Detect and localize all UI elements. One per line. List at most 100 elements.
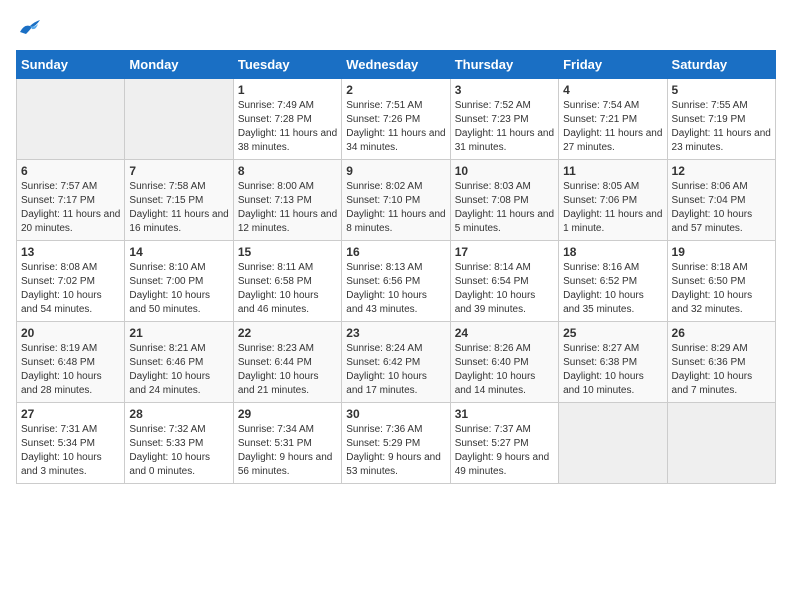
day-number: 1 [238, 83, 337, 97]
day-cell: 30 Sunrise: 7:36 AMSunset: 5:29 PMDayligh… [342, 403, 450, 484]
day-info: Sunrise: 8:18 AMSunset: 6:50 PMDaylight:… [672, 261, 771, 317]
day-info: Sunrise: 8:06 AMSunset: 7:04 PMDaylight:… [672, 180, 771, 236]
day-cell: 1 Sunrise: 7:49 AMSunset: 7:28 PMDaylight… [233, 79, 341, 160]
day-cell: 15 Sunrise: 8:11 AMSunset: 6:58 PMDayligh… [233, 241, 341, 322]
logo [16, 16, 48, 38]
day-number: 26 [672, 326, 771, 340]
day-info: Sunrise: 8:02 AMSunset: 7:10 PMDaylight:… [346, 180, 445, 236]
week-row-2: 6 Sunrise: 7:57 AMSunset: 7:17 PMDaylight… [17, 160, 776, 241]
header-row: SundayMondayTuesdayWednesdayThursdayFrid… [17, 51, 776, 79]
day-cell: 7 Sunrise: 7:58 AMSunset: 7:15 PMDaylight… [125, 160, 233, 241]
day-number: 23 [346, 326, 445, 340]
day-number: 22 [238, 326, 337, 340]
day-cell: 24 Sunrise: 8:26 AMSunset: 6:40 PMDayligh… [450, 322, 558, 403]
day-cell [17, 79, 125, 160]
day-info: Sunrise: 8:26 AMSunset: 6:40 PMDaylight:… [455, 342, 554, 398]
day-number: 30 [346, 407, 445, 421]
day-cell: 3 Sunrise: 7:52 AMSunset: 7:23 PMDaylight… [450, 79, 558, 160]
day-info: Sunrise: 7:49 AMSunset: 7:28 PMDaylight:… [238, 99, 337, 155]
logo-bird-icon [16, 16, 44, 38]
day-info: Sunrise: 7:57 AMSunset: 7:17 PMDaylight:… [21, 180, 120, 236]
day-info: Sunrise: 8:14 AMSunset: 6:54 PMDaylight:… [455, 261, 554, 317]
day-info: Sunrise: 8:21 AMSunset: 6:46 PMDaylight:… [129, 342, 228, 398]
day-number: 9 [346, 164, 445, 178]
col-header-tuesday: Tuesday [233, 51, 341, 79]
day-info: Sunrise: 7:34 AMSunset: 5:31 PMDaylight:… [238, 423, 337, 479]
week-row-5: 27 Sunrise: 7:31 AMSunset: 5:34 PMDayligh… [17, 403, 776, 484]
day-number: 27 [21, 407, 120, 421]
day-info: Sunrise: 7:36 AMSunset: 5:29 PMDaylight:… [346, 423, 445, 479]
day-number: 11 [563, 164, 662, 178]
day-info: Sunrise: 7:52 AMSunset: 7:23 PMDaylight:… [455, 99, 554, 155]
day-number: 28 [129, 407, 228, 421]
day-info: Sunrise: 7:31 AMSunset: 5:34 PMDaylight:… [21, 423, 120, 479]
day-number: 13 [21, 245, 120, 259]
day-cell: 25 Sunrise: 8:27 AMSunset: 6:38 PMDayligh… [559, 322, 667, 403]
day-info: Sunrise: 8:10 AMSunset: 7:00 PMDaylight:… [129, 261, 228, 317]
day-number: 19 [672, 245, 771, 259]
day-number: 18 [563, 245, 662, 259]
day-number: 25 [563, 326, 662, 340]
day-cell [559, 403, 667, 484]
day-cell: 19 Sunrise: 8:18 AMSunset: 6:50 PMDayligh… [667, 241, 775, 322]
day-info: Sunrise: 8:13 AMSunset: 6:56 PMDaylight:… [346, 261, 445, 317]
week-row-4: 20 Sunrise: 8:19 AMSunset: 6:48 PMDayligh… [17, 322, 776, 403]
week-row-1: 1 Sunrise: 7:49 AMSunset: 7:28 PMDaylight… [17, 79, 776, 160]
day-info: Sunrise: 8:08 AMSunset: 7:02 PMDaylight:… [21, 261, 120, 317]
day-info: Sunrise: 7:37 AMSunset: 5:27 PMDaylight:… [455, 423, 554, 479]
day-number: 16 [346, 245, 445, 259]
day-number: 7 [129, 164, 228, 178]
day-info: Sunrise: 7:58 AMSunset: 7:15 PMDaylight:… [129, 180, 228, 236]
day-cell: 29 Sunrise: 7:34 AMSunset: 5:31 PMDayligh… [233, 403, 341, 484]
day-number: 4 [563, 83, 662, 97]
day-info: Sunrise: 8:19 AMSunset: 6:48 PMDaylight:… [21, 342, 120, 398]
day-number: 20 [21, 326, 120, 340]
day-cell: 9 Sunrise: 8:02 AMSunset: 7:10 PMDaylight… [342, 160, 450, 241]
day-number: 17 [455, 245, 554, 259]
day-cell: 31 Sunrise: 7:37 AMSunset: 5:27 PMDayligh… [450, 403, 558, 484]
day-number: 24 [455, 326, 554, 340]
day-cell: 11 Sunrise: 8:05 AMSunset: 7:06 PMDayligh… [559, 160, 667, 241]
day-info: Sunrise: 8:03 AMSunset: 7:08 PMDaylight:… [455, 180, 554, 236]
day-number: 12 [672, 164, 771, 178]
day-cell: 18 Sunrise: 8:16 AMSunset: 6:52 PMDayligh… [559, 241, 667, 322]
day-info: Sunrise: 7:55 AMSunset: 7:19 PMDaylight:… [672, 99, 771, 155]
day-cell: 22 Sunrise: 8:23 AMSunset: 6:44 PMDayligh… [233, 322, 341, 403]
day-cell: 21 Sunrise: 8:21 AMSunset: 6:46 PMDayligh… [125, 322, 233, 403]
day-cell: 10 Sunrise: 8:03 AMSunset: 7:08 PMDayligh… [450, 160, 558, 241]
day-number: 21 [129, 326, 228, 340]
day-number: 3 [455, 83, 554, 97]
day-cell: 16 Sunrise: 8:13 AMSunset: 6:56 PMDayligh… [342, 241, 450, 322]
day-cell: 12 Sunrise: 8:06 AMSunset: 7:04 PMDayligh… [667, 160, 775, 241]
day-info: Sunrise: 7:32 AMSunset: 5:33 PMDaylight:… [129, 423, 228, 479]
day-cell: 4Sunrise: 7:54 AMSunset: 7:21 PMDaylight… [559, 79, 667, 160]
col-header-friday: Friday [559, 51, 667, 79]
day-cell: 14 Sunrise: 8:10 AMSunset: 7:00 PMDayligh… [125, 241, 233, 322]
day-cell: 27 Sunrise: 7:31 AMSunset: 5:34 PMDayligh… [17, 403, 125, 484]
day-info: Sunrise: 8:11 AMSunset: 6:58 PMDaylight:… [238, 261, 337, 317]
day-cell: 23 Sunrise: 8:24 AMSunset: 6:42 PMDayligh… [342, 322, 450, 403]
day-info: Sunrise: 8:00 AMSunset: 7:13 PMDaylight:… [238, 180, 337, 236]
day-info: Sunrise: 8:27 AMSunset: 6:38 PMDaylight:… [563, 342, 662, 398]
day-cell [667, 403, 775, 484]
day-cell: 26Sunrise: 8:29 AMSunset: 6:36 PMDayligh… [667, 322, 775, 403]
day-info: Sunrise: 8:23 AMSunset: 6:44 PMDaylight:… [238, 342, 337, 398]
day-number: 14 [129, 245, 228, 259]
day-number: 31 [455, 407, 554, 421]
day-number: 2 [346, 83, 445, 97]
day-number: 5 [672, 83, 771, 97]
day-number: 15 [238, 245, 337, 259]
day-number: 10 [455, 164, 554, 178]
day-cell: 20 Sunrise: 8:19 AMSunset: 6:48 PMDayligh… [17, 322, 125, 403]
day-number: 29 [238, 407, 337, 421]
col-header-thursday: Thursday [450, 51, 558, 79]
day-info: Sunrise: 8:05 AMSunset: 7:06 PMDaylight:… [563, 180, 662, 236]
day-info: Sunrise: 8:24 AMSunset: 6:42 PMDaylight:… [346, 342, 445, 398]
col-header-monday: Monday [125, 51, 233, 79]
calendar-table: SundayMondayTuesdayWednesdayThursdayFrid… [16, 50, 776, 484]
day-info: Sunrise: 8:16 AMSunset: 6:52 PMDaylight:… [563, 261, 662, 317]
day-cell: 17 Sunrise: 8:14 AMSunset: 6:54 PMDayligh… [450, 241, 558, 322]
day-number: 6 [21, 164, 120, 178]
col-header-sunday: Sunday [17, 51, 125, 79]
day-cell: 13 Sunrise: 8:08 AMSunset: 7:02 PMDayligh… [17, 241, 125, 322]
